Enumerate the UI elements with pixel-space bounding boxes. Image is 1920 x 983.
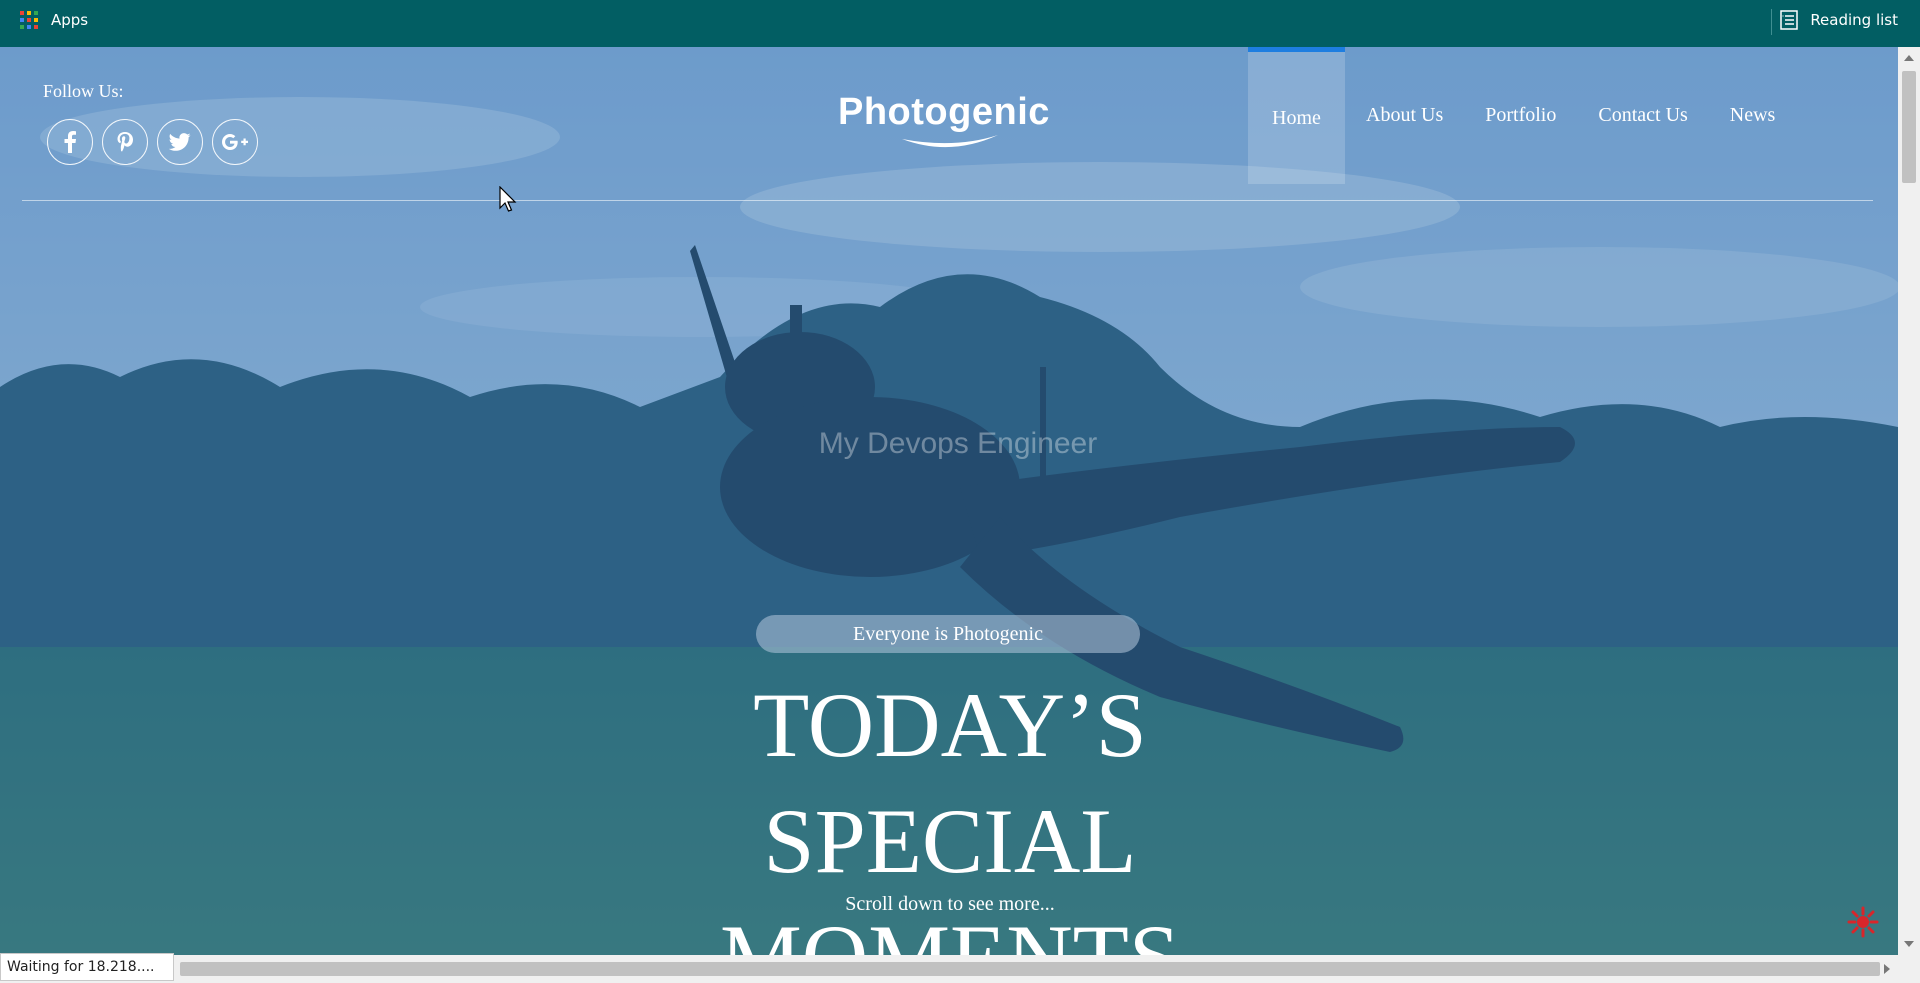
nav-contact-us[interactable]: Contact Us	[1577, 47, 1708, 184]
horizontal-scroll-thumb[interactable]	[180, 962, 1880, 976]
reading-list-divider	[1771, 9, 1772, 35]
nav-portfolio[interactable]: Portfolio	[1464, 47, 1577, 184]
hero-tagline-badge: Everyone is Photogenic	[756, 615, 1140, 653]
google-plus-icon	[222, 134, 248, 150]
site-logo[interactable]: Photogenic	[838, 91, 1050, 134]
hero-fading-subtitle: My Devops Engineer	[818, 427, 1098, 460]
facebook-icon	[64, 131, 76, 153]
twitter-link[interactable]	[157, 119, 203, 165]
scroll-down-icon[interactable]	[1904, 941, 1914, 947]
twitter-icon	[169, 133, 191, 151]
scroll-hint: Scroll down to see more...	[845, 893, 1055, 915]
reading-list-button[interactable]: Reading list	[1780, 10, 1898, 30]
reading-list-icon	[1780, 10, 1799, 30]
nav-news[interactable]: News	[1709, 47, 1797, 184]
apps-grid-icon	[20, 11, 38, 29]
loading-spinner-icon	[1847, 906, 1879, 938]
follow-us-label: Follow Us:	[43, 81, 124, 101]
social-links	[47, 119, 258, 165]
main-nav: Home About Us Portfolio Contact Us News	[1248, 47, 1796, 184]
header-divider	[22, 200, 1873, 201]
logo-swoosh-icon	[902, 135, 998, 148]
hero-title-line: SPECIAL	[763, 790, 1137, 892]
hero-title-line: TODAY’S	[753, 674, 1147, 776]
reading-list-label: Reading list	[1810, 11, 1898, 29]
page-viewport: Follow Us: Photogenic Home About Us Port…	[0, 47, 1898, 955]
vertical-scrollbar[interactable]	[1898, 47, 1920, 955]
apps-label: Apps	[51, 11, 89, 29]
scroll-right-icon[interactable]	[1884, 964, 1890, 974]
apps-shortcut[interactable]: Apps	[20, 11, 88, 29]
vertical-scroll-thumb[interactable]	[1902, 71, 1916, 183]
pinterest-icon	[117, 132, 133, 152]
mouse-cursor-icon	[499, 186, 517, 212]
pinterest-link[interactable]	[102, 119, 148, 165]
scroll-up-icon[interactable]	[1904, 55, 1914, 61]
nav-home[interactable]: Home	[1248, 47, 1345, 184]
nav-about-us[interactable]: About Us	[1345, 47, 1464, 184]
horizontal-scrollbar[interactable]	[0, 955, 1920, 983]
google-plus-link[interactable]	[212, 119, 258, 165]
bookmarks-bar: Apps Reading list	[0, 0, 1920, 47]
facebook-link[interactable]	[47, 119, 93, 165]
status-bubble: Waiting for 18.218....	[0, 953, 174, 981]
